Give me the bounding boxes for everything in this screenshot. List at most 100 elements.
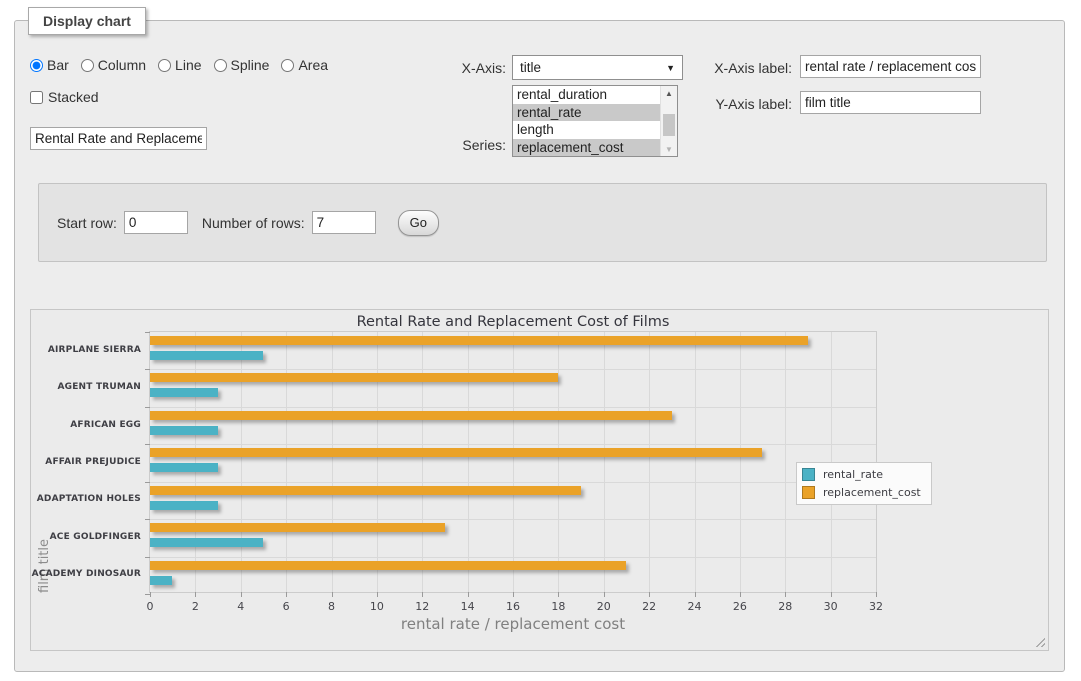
y-tick-mark bbox=[145, 482, 150, 483]
category-band bbox=[150, 519, 876, 556]
series-option-rental_rate[interactable]: rental_rate bbox=[513, 104, 660, 122]
category-band bbox=[150, 332, 876, 369]
radio-column[interactable] bbox=[81, 59, 94, 72]
radio-line[interactable] bbox=[158, 59, 171, 72]
bar-replacement_cost bbox=[150, 336, 808, 345]
category-band bbox=[150, 557, 876, 594]
go-button[interactable]: Go bbox=[398, 210, 439, 236]
y-category-label: AGENT TRUMAN bbox=[51, 368, 141, 405]
rows-panel: Start row: Number of rows: Go bbox=[38, 183, 1047, 262]
y-tick-mark bbox=[145, 519, 150, 520]
x-axis-select[interactable]: title ▼ bbox=[512, 55, 683, 80]
radio-area-label[interactable]: Area bbox=[298, 57, 328, 73]
bar-replacement_cost bbox=[150, 561, 626, 570]
fieldset-legend-title: Display chart bbox=[28, 7, 146, 35]
x-axis-label-caption: X-Axis label: bbox=[670, 60, 792, 76]
chart-x-axis-title: rental rate / replacement cost bbox=[149, 615, 877, 633]
x-tick-label: 6 bbox=[283, 600, 290, 613]
series-list-label: Series: bbox=[410, 137, 506, 153]
x-tick-mark bbox=[876, 592, 877, 597]
y-category-label: AFRICAN EGG bbox=[51, 406, 141, 443]
x-tick-label: 10 bbox=[370, 600, 384, 613]
x-tick-label: 0 bbox=[147, 600, 154, 613]
y-tick-mark bbox=[145, 332, 150, 333]
bar-rental_rate bbox=[150, 576, 172, 585]
y-category-label: ACE GOLDFINGER bbox=[51, 518, 141, 555]
resize-handle-icon[interactable] bbox=[1033, 635, 1045, 647]
bar-rental_rate bbox=[150, 426, 218, 435]
num-rows-label: Number of rows: bbox=[202, 215, 305, 231]
radio-column-label[interactable]: Column bbox=[98, 57, 146, 73]
bar-replacement_cost bbox=[150, 411, 672, 420]
stacked-row: Stacked bbox=[30, 89, 99, 105]
y-tick-mark bbox=[145, 557, 150, 558]
x-tick-label: 22 bbox=[642, 600, 656, 613]
bar-rental_rate bbox=[150, 463, 218, 472]
x-tick-label: 8 bbox=[328, 600, 335, 613]
x-tick-label: 32 bbox=[869, 600, 883, 613]
start-row-input[interactable] bbox=[124, 211, 188, 234]
category-band bbox=[150, 369, 876, 406]
bar-replacement_cost bbox=[150, 373, 558, 382]
legend-row: rental_rate bbox=[802, 468, 921, 481]
y-tick-mark bbox=[145, 407, 150, 408]
legend-label: rental_rate bbox=[823, 468, 883, 481]
y-tick-mark bbox=[145, 369, 150, 370]
stacked-label[interactable]: Stacked bbox=[48, 89, 99, 105]
plot-area: 02468101214161820222426283032 bbox=[149, 331, 877, 593]
x-tick-label: 4 bbox=[237, 600, 244, 613]
x-tick-label: 14 bbox=[461, 600, 475, 613]
x-tick-label: 30 bbox=[824, 600, 838, 613]
chart-title-input[interactable] bbox=[30, 127, 207, 150]
x-tick-label: 16 bbox=[506, 600, 520, 613]
bar-rental_rate bbox=[150, 351, 263, 360]
y-tick-mark bbox=[145, 444, 150, 445]
radio-bar[interactable] bbox=[30, 59, 43, 72]
radio-spline[interactable] bbox=[214, 59, 227, 72]
series-listbox[interactable]: rental_durationrental_ratelengthreplacem… bbox=[512, 85, 678, 157]
scroll-down-icon[interactable]: ▼ bbox=[661, 142, 677, 156]
y-category-label: ACADEMY DINOSAUR bbox=[51, 556, 141, 593]
radio-spline-label[interactable]: Spline bbox=[231, 57, 270, 73]
bar-replacement_cost bbox=[150, 486, 581, 495]
chart-legend: rental_rate replacement_cost bbox=[796, 462, 932, 505]
bar-replacement_cost bbox=[150, 448, 762, 457]
category-band bbox=[150, 482, 876, 519]
radio-line-label[interactable]: Line bbox=[175, 57, 201, 73]
radio-bar-label[interactable]: Bar bbox=[47, 57, 69, 73]
y-axis-label-caption: Y-Axis label: bbox=[670, 96, 792, 112]
legend-label: replacement_cost bbox=[823, 486, 921, 499]
bar-rental_rate bbox=[150, 538, 263, 547]
x-tick-label: 24 bbox=[688, 600, 702, 613]
radio-area[interactable] bbox=[281, 59, 294, 72]
x-tick-label: 12 bbox=[415, 600, 429, 613]
stacked-checkbox[interactable] bbox=[30, 91, 43, 104]
series-option-replacement_cost[interactable]: replacement_cost bbox=[513, 139, 660, 157]
category-band bbox=[150, 444, 876, 481]
x-axis-select-label: X-Axis: bbox=[410, 60, 506, 76]
bar-replacement_cost bbox=[150, 523, 445, 532]
x-tick-label: 28 bbox=[778, 600, 792, 613]
y-category-label: ADAPTATION HOLES bbox=[51, 481, 141, 518]
x-axis-selected-value: title bbox=[520, 60, 541, 75]
legend-swatch-replacement_cost bbox=[802, 486, 815, 499]
y-category-label: AIRPLANE SIERRA bbox=[51, 331, 141, 368]
x-tick-label: 2 bbox=[192, 600, 199, 613]
scrollbar-thumb[interactable] bbox=[663, 114, 675, 136]
chart-type-radio-group: Bar Column Line Spline Area bbox=[30, 57, 340, 73]
x-tick-label: 18 bbox=[551, 600, 565, 613]
series-option-length[interactable]: length bbox=[513, 121, 660, 139]
num-rows-input[interactable] bbox=[312, 211, 376, 234]
y-tick-mark bbox=[145, 594, 150, 595]
x-axis-label-input[interactable] bbox=[800, 55, 981, 78]
y-category-label: AFFAIR PREJUDICE bbox=[51, 443, 141, 480]
category-band bbox=[150, 407, 876, 444]
series-option-rental_duration[interactable]: rental_duration bbox=[513, 86, 660, 104]
x-tick-label: 26 bbox=[733, 600, 747, 613]
y-axis-label-input[interactable] bbox=[800, 91, 981, 114]
series-options: rental_durationrental_ratelengthreplacem… bbox=[513, 86, 660, 156]
start-row-label: Start row: bbox=[57, 215, 117, 231]
chart-panel: Rental Rate and Replacement Cost of Film… bbox=[30, 309, 1049, 651]
x-tick-label: 20 bbox=[597, 600, 611, 613]
bar-rental_rate bbox=[150, 501, 218, 510]
